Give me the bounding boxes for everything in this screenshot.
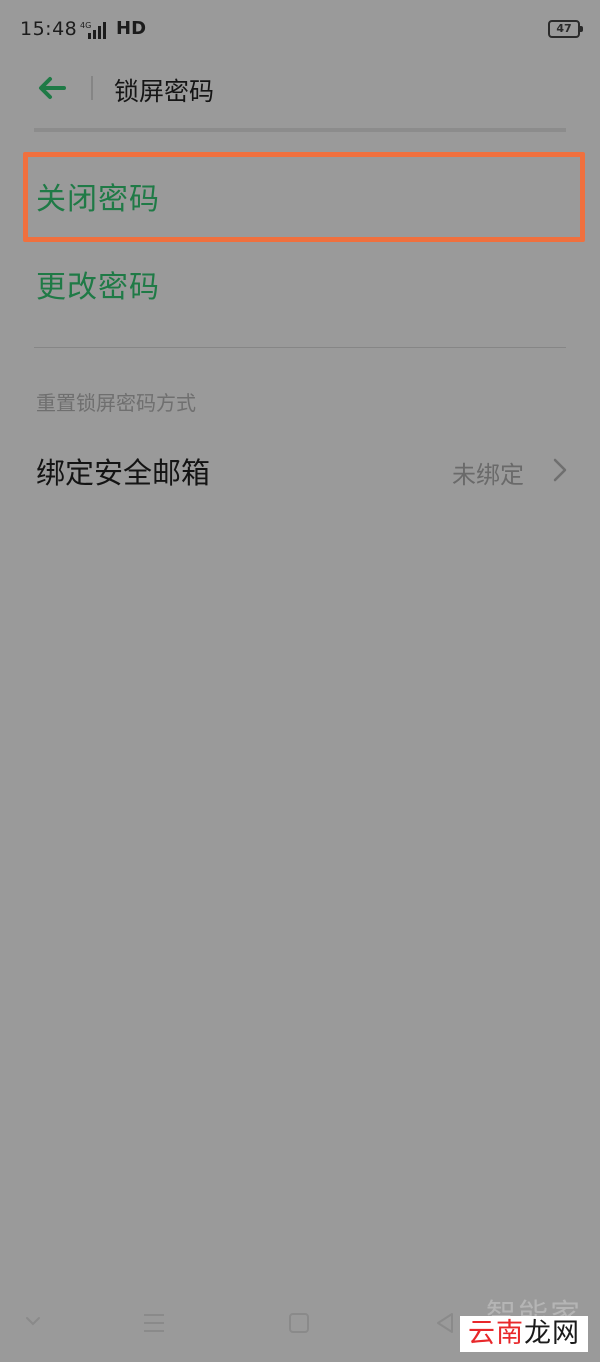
header: 锁屏密码 [0,62,600,118]
highlight-box [23,152,585,242]
signal-icon: 4G [80,21,106,39]
header-rule [34,128,566,132]
change-password-option[interactable]: 更改密码 [36,262,160,306]
network-type: HD [116,18,147,39]
bind-email-label: 绑定安全邮箱 [36,456,211,490]
battery-icon: 47 [548,20,583,38]
chevron-right-icon [553,458,567,482]
header-divider [91,76,93,100]
back-arrow-icon[interactable] [36,74,68,102]
bind-email-row[interactable]: 绑定安全邮箱 未绑定 [0,440,600,502]
bind-email-status: 未绑定 [452,461,524,489]
watermark-part-2: 龙网 [524,1318,580,1349]
section-divider [34,347,566,348]
svg-text:4G: 4G [80,21,91,30]
watermark: 云南龙网 [460,1316,588,1352]
nav-menu-icon[interactable] [142,1312,166,1334]
reset-section-label: 重置锁屏密码方式 [36,391,196,415]
watermark-part-1: 云南 [468,1318,524,1349]
page-title: 锁屏密码 [114,77,215,106]
screen: 15:48 4G HD 47 锁屏密码 关闭密码 更改密码 重置锁屏密码方式 绑… [0,0,600,1362]
nav-home-icon[interactable] [288,1312,310,1334]
nav-collapse-icon[interactable] [24,1312,42,1330]
nav-back-icon[interactable] [434,1312,456,1334]
battery-level: 47 [556,22,572,35]
status-bar: 15:48 4G HD 47 [0,0,600,62]
status-time: 15:48 [20,18,78,40]
